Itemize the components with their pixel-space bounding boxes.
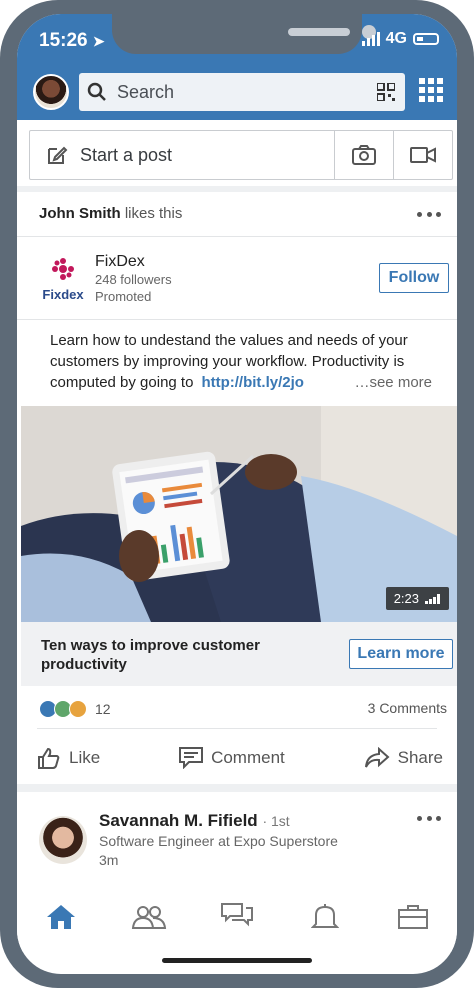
nav-jobs[interactable] (393, 901, 433, 933)
insightful-reaction-icon (69, 700, 87, 718)
feed-divider (17, 784, 457, 792)
nav-notifications[interactable] (305, 901, 345, 933)
apps-grid-icon[interactable] (419, 78, 443, 102)
start-post-label: Start a post (80, 144, 173, 165)
status-time: 15:26 ➤ (39, 30, 105, 52)
notch (112, 14, 376, 54)
share-icon (364, 747, 390, 768)
video-icon (410, 147, 436, 163)
post-body: Learn how to undestand the values and ne… (50, 330, 446, 393)
home-indicator[interactable] (162, 958, 312, 963)
cta-title[interactable]: Ten ways to improve customer productivit… (41, 636, 321, 674)
messaging-icon (221, 903, 253, 927)
follow-button[interactable]: Follow (379, 263, 449, 293)
network-label: 4G (385, 30, 407, 47)
search-placeholder: Search (117, 81, 175, 102)
bottom-nav (17, 882, 457, 952)
video-button[interactable] (394, 131, 452, 179)
post-time: 3m (99, 852, 119, 868)
qr-code-icon[interactable] (377, 83, 395, 101)
fixdex-logo-icon (52, 258, 74, 280)
nav-network[interactable] (129, 901, 169, 933)
battery-icon (413, 33, 439, 45)
cta-bar: Ten ways to improve customer productivit… (21, 622, 457, 686)
comments-count[interactable]: 3 Comments (368, 700, 447, 716)
signal-bars-icon (425, 593, 440, 604)
status-indicators: 4G (361, 30, 439, 48)
more-options-icon[interactable] (417, 816, 441, 822)
video-duration: 2:23 (393, 591, 419, 606)
post-link[interactable]: http://bit.ly/2jo (201, 374, 304, 391)
comment-label: Comment (211, 748, 285, 767)
comment-button[interactable]: Comment (179, 747, 285, 769)
share-label: Share (397, 748, 443, 767)
signal-icon (361, 32, 380, 46)
divider (37, 728, 437, 729)
top-bar: 15:26 ➤ 4G Search (17, 14, 457, 120)
company-logo[interactable]: Fixdex (41, 258, 85, 302)
liker-name[interactable]: John Smith (39, 205, 121, 222)
profile-avatar[interactable] (33, 74, 69, 110)
post-video-thumbnail[interactable]: 2:23 (21, 406, 457, 622)
promoted-label: Promoted (95, 289, 152, 304)
author-name: Savannah M. Fifield (99, 811, 258, 830)
speaker (288, 28, 350, 36)
social-action: likes this (124, 205, 183, 222)
thumbs-up-icon (38, 747, 60, 769)
reactions-summary[interactable]: 12 (39, 700, 111, 718)
author-name-line[interactable]: Savannah M. Fifield · 1st (99, 811, 290, 831)
briefcase-icon (398, 905, 428, 929)
social-context: John Smith likes this (39, 205, 182, 222)
location-arrow-icon: ➤ (92, 33, 105, 49)
comment-icon (179, 747, 204, 769)
learn-more-button[interactable]: Learn more (349, 639, 453, 669)
start-post-button[interactable]: Start a post (30, 131, 335, 179)
camera-icon (352, 145, 376, 165)
photo-button[interactable] (335, 131, 394, 179)
divider (17, 319, 457, 320)
author-avatar[interactable] (39, 816, 87, 864)
bell-icon (311, 904, 339, 928)
like-label: Like (69, 748, 101, 767)
divider (17, 236, 457, 237)
company-followers: 248 followers (95, 272, 172, 287)
logo-wordmark: Fixdex (42, 287, 84, 302)
see-more-link[interactable]: …see more (354, 372, 432, 393)
feed-divider (17, 186, 457, 192)
video-duration-badge: 2:23 (385, 587, 449, 610)
time-text: 15:26 (39, 30, 88, 51)
company-name[interactable]: FixDex (95, 253, 145, 271)
author-title: Software Engineer at Expo Superstore (99, 833, 338, 849)
edit-icon (48, 146, 68, 164)
connection-degree: · 1st (262, 813, 290, 829)
my-network-icon (131, 906, 167, 929)
phone-frame: 15:26 ➤ 4G Search Start a post John Smit… (0, 0, 474, 988)
like-button[interactable]: Like (37, 746, 100, 770)
search-bar[interactable]: Search (79, 73, 405, 111)
more-options-icon[interactable] (417, 212, 441, 218)
reaction-count: 12 (95, 701, 111, 717)
search-icon (87, 82, 106, 101)
post-composer[interactable]: Start a post (29, 130, 453, 180)
share-button[interactable]: Share (364, 747, 443, 769)
home-icon (47, 905, 75, 929)
post-actions: Like Comment Share (17, 736, 457, 780)
nav-messaging[interactable] (217, 901, 257, 933)
screen: 15:26 ➤ 4G Search Start a post John Smit… (17, 14, 457, 974)
nav-home[interactable] (41, 901, 81, 933)
